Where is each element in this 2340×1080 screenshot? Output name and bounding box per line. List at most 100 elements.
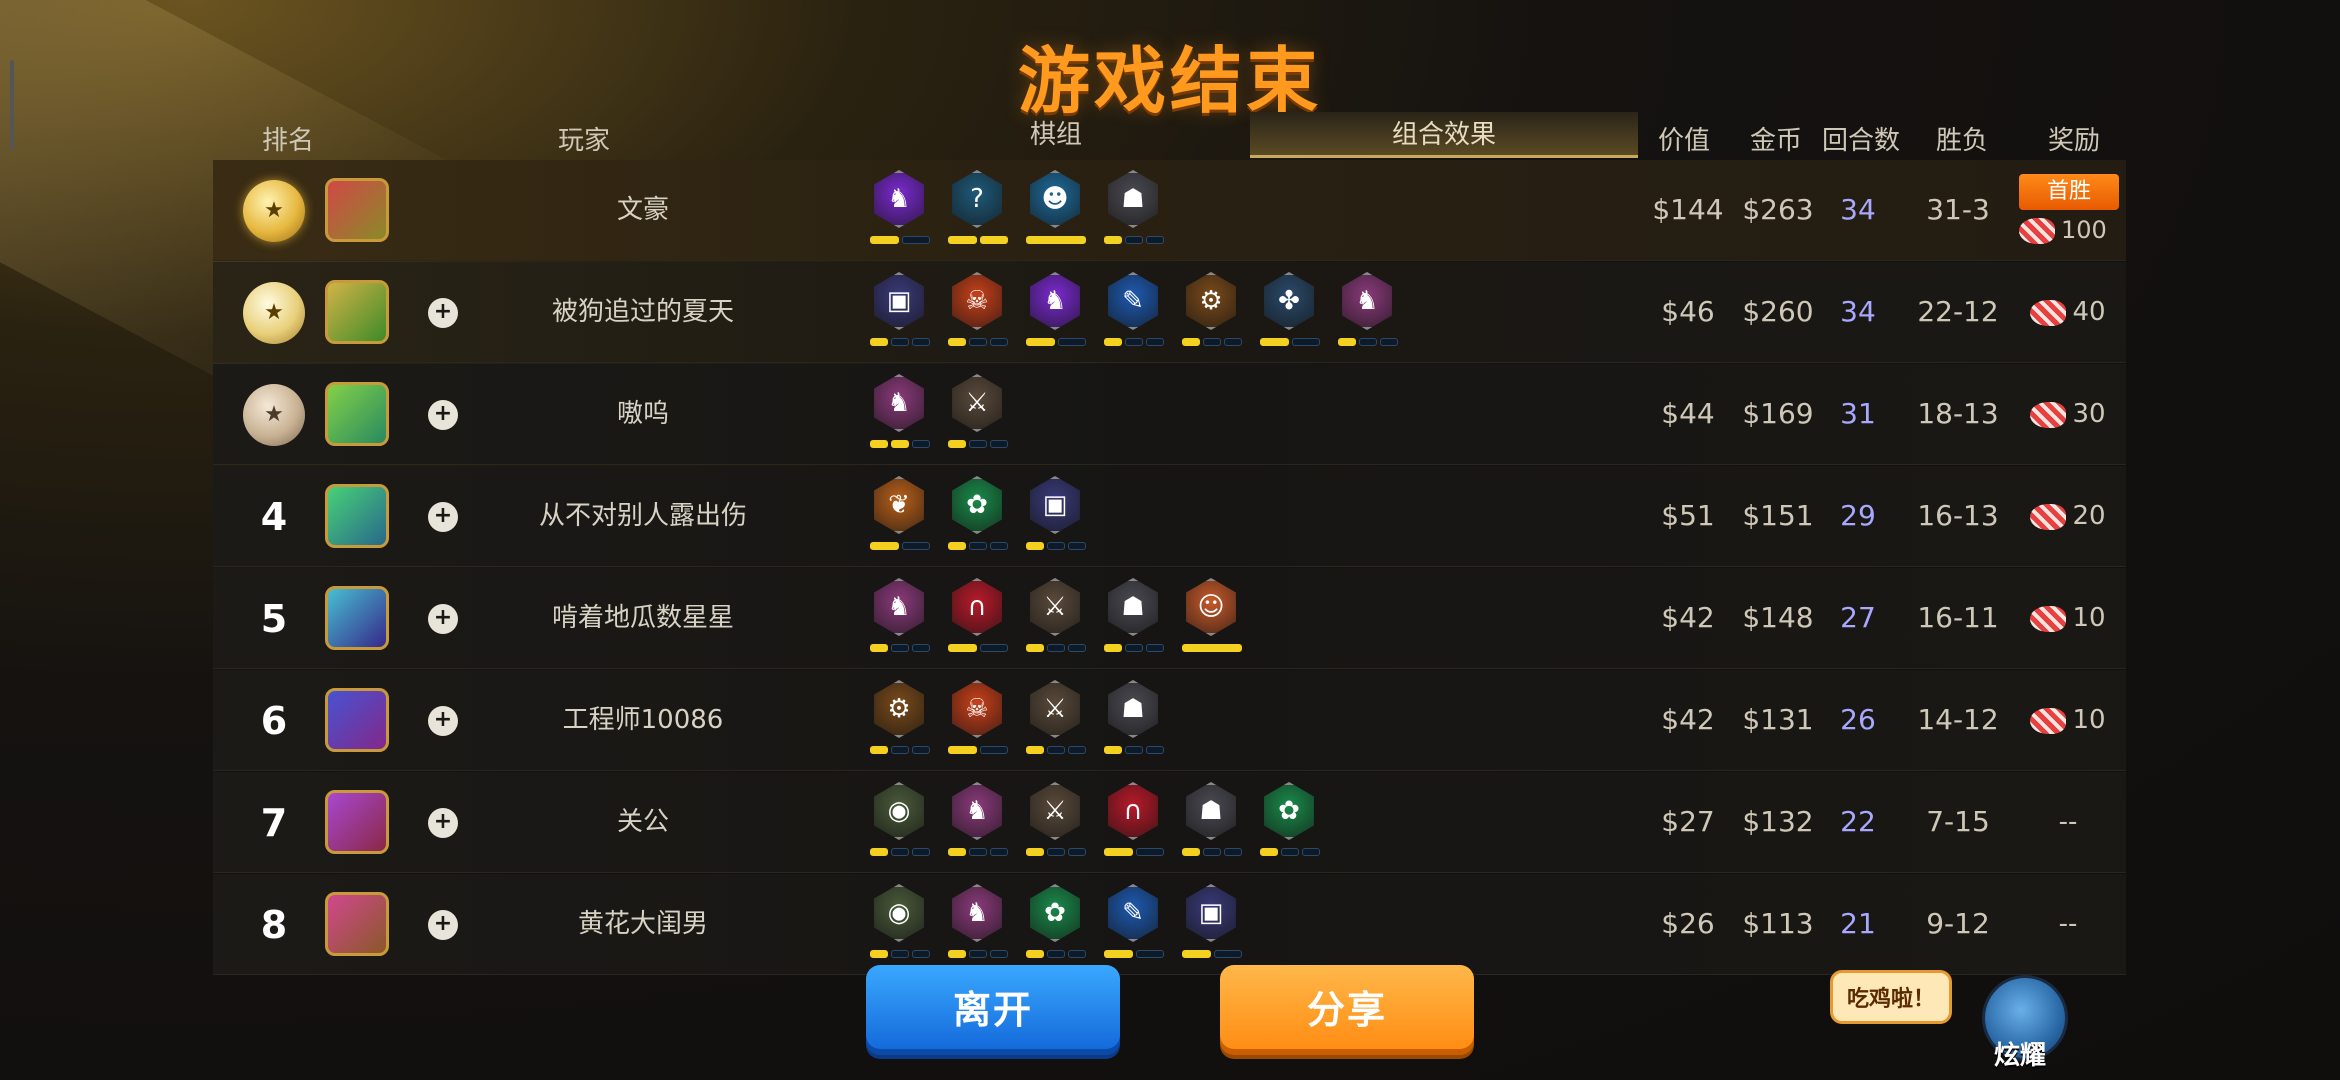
- trait-item[interactable]: ✎: [1102, 272, 1164, 352]
- trait-progress: [1180, 950, 1242, 958]
- trait-item[interactable]: ☗: [1180, 782, 1242, 862]
- axe-icon: ⚔: [1030, 782, 1080, 840]
- trait-item[interactable]: ⚔: [1024, 680, 1086, 760]
- trait-item[interactable]: ♞: [868, 374, 930, 454]
- table-row[interactable]: 7 + 关公 ◉ ♞ ⚔ ∩ ☗ ✿ $27 $132 22 7-15 --: [213, 772, 2126, 873]
- table-row[interactable]: 8 + 黄花大闺男 ◉ ♞ ✿ ✎ ▣ $26 $113 21 9-12 --: [213, 874, 2126, 975]
- candy-icon: [2030, 707, 2067, 734]
- table-row[interactable]: ★ + 嗷呜 ♞ ⚔ $44 $169 31 18-13 30: [213, 364, 2126, 465]
- add-friend-icon[interactable]: +: [428, 298, 458, 328]
- table-row[interactable]: 4 + 从不对别人露出伤 ❦ ✿ ▣ $51 $151 29 16-13 20: [213, 466, 2126, 567]
- trait-item[interactable]: ▣: [1180, 884, 1242, 964]
- share-button[interactable]: 分享: [1220, 965, 1474, 1055]
- knight-icon: ☗: [1186, 782, 1236, 840]
- trait-tier-pip: [1281, 848, 1299, 856]
- axe-icon: ⚔: [952, 374, 1002, 432]
- trait-item[interactable]: ♞: [1336, 272, 1398, 352]
- trait-item[interactable]: ♞: [868, 578, 930, 658]
- horse-icon: ♞: [874, 578, 924, 636]
- trait-tier-pip: [1068, 848, 1086, 856]
- trait-item[interactable]: ☻: [1024, 170, 1086, 250]
- reward-cell: 40: [2013, 262, 2123, 362]
- trait-item[interactable]: ♞: [868, 170, 930, 250]
- trait-tier-pip: [912, 950, 930, 958]
- trait-progress: [1102, 848, 1164, 856]
- trait-item[interactable]: ▣: [1024, 476, 1086, 556]
- avatar[interactable]: [325, 484, 389, 548]
- add-friend-icon[interactable]: +: [428, 400, 458, 430]
- trait-tier-pip: [891, 848, 909, 856]
- trait-progress: [868, 440, 930, 448]
- dragon-icon: ♞: [874, 170, 924, 228]
- trait-item[interactable]: ▣: [868, 272, 930, 352]
- trait-item[interactable]: ☠: [946, 680, 1008, 760]
- trait-tier-pip: [948, 746, 977, 754]
- avatar[interactable]: [325, 382, 389, 446]
- avatar[interactable]: [325, 892, 389, 956]
- trait-tier-pip: [979, 644, 1008, 652]
- add-friend-icon[interactable]: +: [428, 910, 458, 940]
- table-row[interactable]: 5 + 啃着地瓜数星星 ♞ ∩ ⚔ ☗ ☺ $42 $148 27 16-11 10: [213, 568, 2126, 669]
- trait-item[interactable]: ❦: [868, 476, 930, 556]
- player-name: 关公: [616, 807, 669, 837]
- table-row[interactable]: ★ 文豪 ♞? ☻ ☗ $144 $263 34 31-3 首胜 100: [213, 160, 2126, 261]
- trait-item[interactable]: ☗: [1102, 578, 1164, 658]
- avatar[interactable]: [325, 586, 389, 650]
- trait-item[interactable]: ⚔: [1024, 578, 1086, 658]
- arch-icon: ∩: [952, 578, 1002, 636]
- trait-tier-pip: [969, 440, 987, 448]
- trait-tier-pip: [870, 644, 888, 652]
- trait-tier-pip: [1026, 236, 1086, 244]
- gear-icon: ⚙: [1186, 272, 1236, 330]
- trait-tier-pip: [1125, 746, 1143, 754]
- trait-item[interactable]: ♞: [1024, 272, 1086, 352]
- add-friend-icon[interactable]: +: [428, 706, 458, 736]
- trait-item[interactable]: ◉: [868, 782, 930, 862]
- trait-item[interactable]: ♞: [946, 884, 1008, 964]
- trait-item[interactable]: ⚙: [868, 680, 930, 760]
- candy-icon: [2030, 299, 2067, 326]
- add-friend-icon[interactable]: +: [428, 808, 458, 838]
- trait-tier-pip: [1380, 338, 1398, 346]
- trait-item[interactable]: ✤: [1258, 272, 1320, 352]
- avatar[interactable]: [325, 178, 389, 242]
- table-row[interactable]: ★ + 被狗追过的夏天 ▣ ☠ ♞ ✎ ⚙ ✤ ♞ $46 $260 34 22-12 40: [213, 262, 2126, 363]
- trait-tier-pip: [1026, 542, 1044, 550]
- trait-item[interactable]: ⚔: [946, 374, 1008, 454]
- trait-progress: [1102, 236, 1164, 244]
- add-friend-icon[interactable]: +: [428, 502, 458, 532]
- trait-item[interactable]: ♞: [946, 782, 1008, 862]
- avatar[interactable]: [325, 790, 389, 854]
- add-friend-icon[interactable]: +: [428, 604, 458, 634]
- trait-item[interactable]: ⚔: [1024, 782, 1086, 862]
- trait-item[interactable]: ∩: [1102, 782, 1164, 862]
- trait-tier-pip: [1182, 338, 1200, 346]
- trait-item[interactable]: ?: [946, 170, 1008, 250]
- trait-item[interactable]: ✿: [946, 476, 1008, 556]
- trait-item[interactable]: ◉: [868, 884, 930, 964]
- show-off-button-label[interactable]: 炫耀: [1994, 1035, 2046, 1072]
- trait-item[interactable]: ☗: [1102, 170, 1164, 250]
- trait-tier-pip: [1068, 950, 1086, 958]
- trait-item[interactable]: ✿: [1258, 782, 1320, 862]
- trait-item[interactable]: ✎: [1102, 884, 1164, 964]
- table-row[interactable]: 6 + 工程师10086 ⚙ ☠ ⚔ ☗ $42 $131 26 14-12 10: [213, 670, 2126, 771]
- trait-progress: [1336, 338, 1398, 346]
- avatar[interactable]: [325, 688, 389, 752]
- trait-tier-pip: [969, 848, 987, 856]
- header-gold: 金币: [1750, 126, 1803, 156]
- trait-item[interactable]: ✿: [1024, 884, 1086, 964]
- tab-chess-groups[interactable]: 棋组: [862, 112, 1250, 158]
- tab-combo-effects[interactable]: 组合效果: [1250, 112, 1638, 158]
- trait-item[interactable]: ☗: [1102, 680, 1164, 760]
- player-name: 从不对别人露出伤: [538, 501, 747, 531]
- trait-item[interactable]: ☺: [1180, 578, 1242, 658]
- trait-tier-pip: [948, 236, 977, 244]
- leave-button[interactable]: 离开: [866, 965, 1120, 1055]
- trait-item[interactable]: ☠: [946, 272, 1008, 352]
- avatar[interactable]: [325, 280, 389, 344]
- trait-tier-pip: [870, 440, 888, 448]
- rank-medal-icon: ★: [243, 384, 305, 446]
- trait-item[interactable]: ⚙: [1180, 272, 1242, 352]
- trait-item[interactable]: ∩: [946, 578, 1008, 658]
